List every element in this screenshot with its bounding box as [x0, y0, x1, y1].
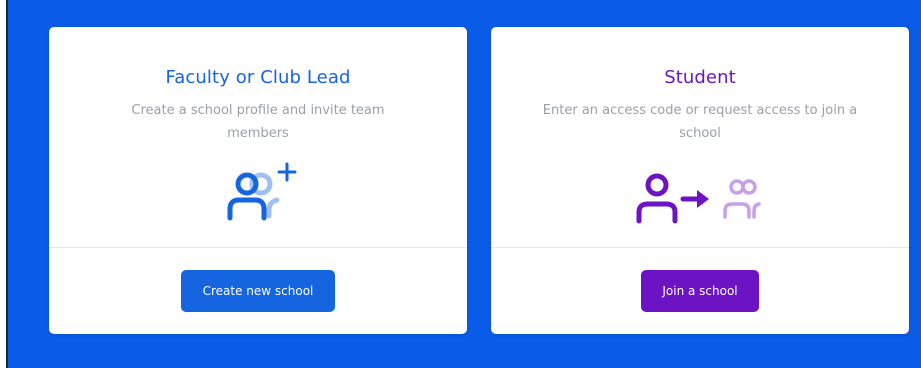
- faculty-card-body: Faculty or Club Lead Create a school pro…: [49, 27, 467, 247]
- join-school-icon: [635, 171, 775, 231]
- student-card-description: Enter an access code or request access t…: [542, 103, 858, 141]
- school-group-icon: [723, 179, 761, 219]
- faculty-card-divider: [49, 247, 467, 248]
- student-card-title: Student: [664, 67, 736, 88]
- student-card: Student Enter an access code or request …: [491, 27, 909, 334]
- student-card-divider: [491, 247, 909, 248]
- student-person-icon: [636, 173, 678, 224]
- create-new-school-button[interactable]: Create new school: [181, 270, 335, 312]
- arrow-right-icon: [680, 190, 709, 208]
- student-card-body: Student Enter an access code or request …: [491, 27, 909, 247]
- join-a-school-button[interactable]: Join a school: [641, 270, 759, 312]
- faculty-card-description: Create a school profile and invite team …: [131, 103, 385, 141]
- add-team-members-icon: [225, 162, 305, 228]
- faculty-card: Faculty or Club Lead Create a school pro…: [49, 27, 467, 334]
- faculty-card-title: Faculty or Club Lead: [165, 67, 351, 88]
